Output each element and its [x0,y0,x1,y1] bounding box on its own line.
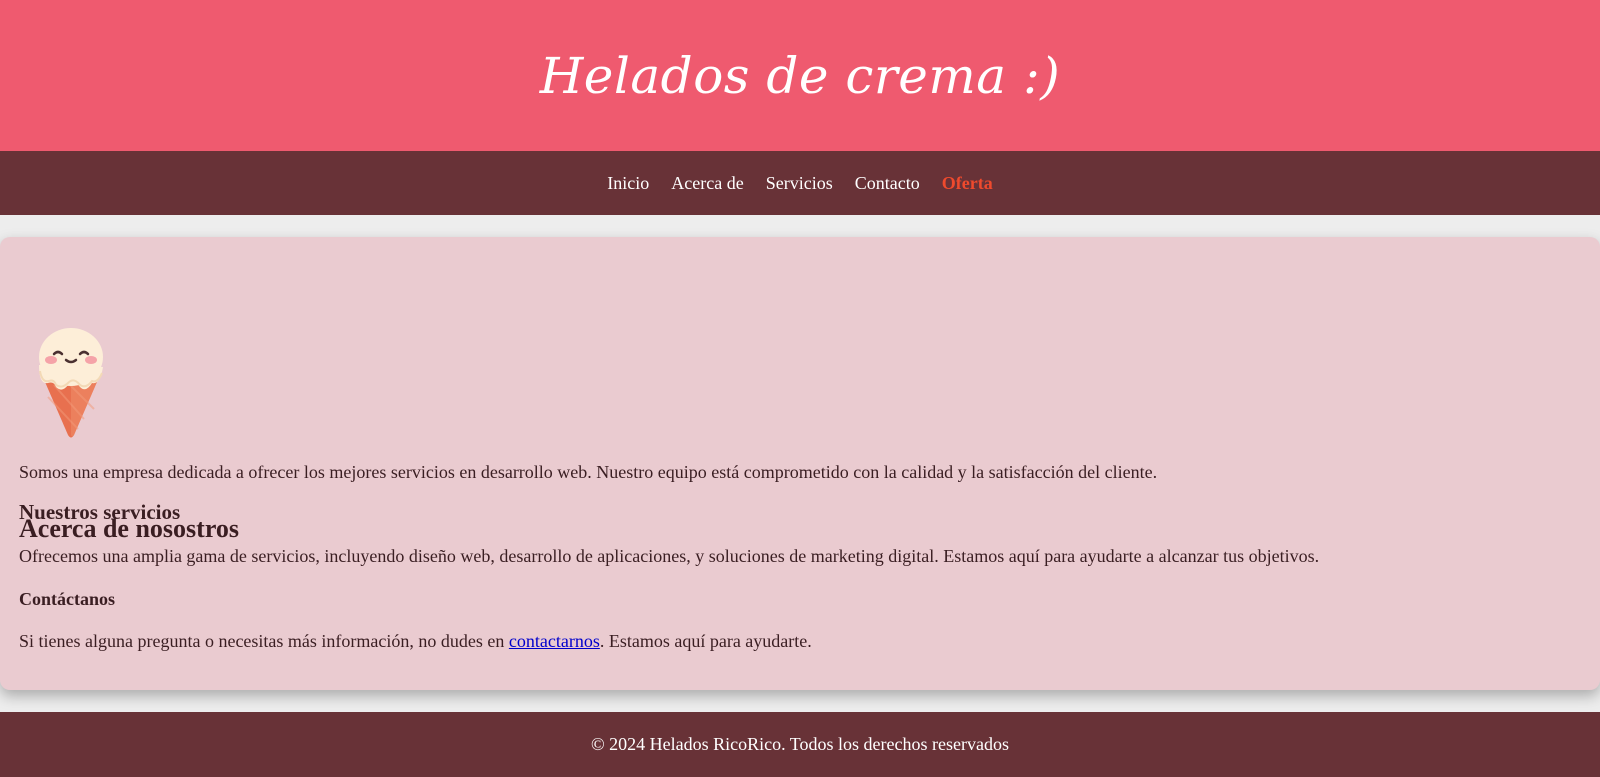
about-text: Somos una empresa dedicada a ofrecer los… [19,462,1158,482]
contact-text: Si tienes alguna pregunta o necesitas má… [19,631,812,652]
site-footer: © 2024 Helados RicoRico. Todos los derec… [0,712,1600,777]
services-text: Ofrecemos una amplia gama de servicios, … [19,546,1320,566]
ice-cream-cone-icon [34,327,108,439]
services-heading: Nuestros servicios [19,500,181,524]
contact-text-before: Si tienes alguna pregunta o necesitas má… [19,631,509,651]
contact-text-after: . Estamos aquí para ayudarte. [599,631,812,651]
site-header: Helados de crema :) [0,0,1600,151]
contact-link[interactable]: contactarnos [509,631,600,651]
page: Helados de crema :) Inicio Acerca de Ser… [0,0,1600,777]
content-card: Acerca de nosostros Somos una empresa de… [0,237,1600,690]
nav-item-inicio[interactable]: Inicio [607,173,649,194]
site-title: Helados de crema :) [539,46,1061,105]
nav-item-acerca-de[interactable]: Acerca de [671,173,743,194]
nav-item-contacto[interactable]: Contacto [855,173,920,194]
contact-heading: Contáctanos [19,589,116,609]
nav-item-oferta[interactable]: Oferta [942,173,993,194]
nav-item-servicios[interactable]: Servicios [766,173,833,194]
main-nav: Inicio Acerca de Servicios Contacto Ofer… [0,151,1600,215]
footer-copyright: © 2024 Helados RicoRico. Todos los derec… [590,734,1009,754]
